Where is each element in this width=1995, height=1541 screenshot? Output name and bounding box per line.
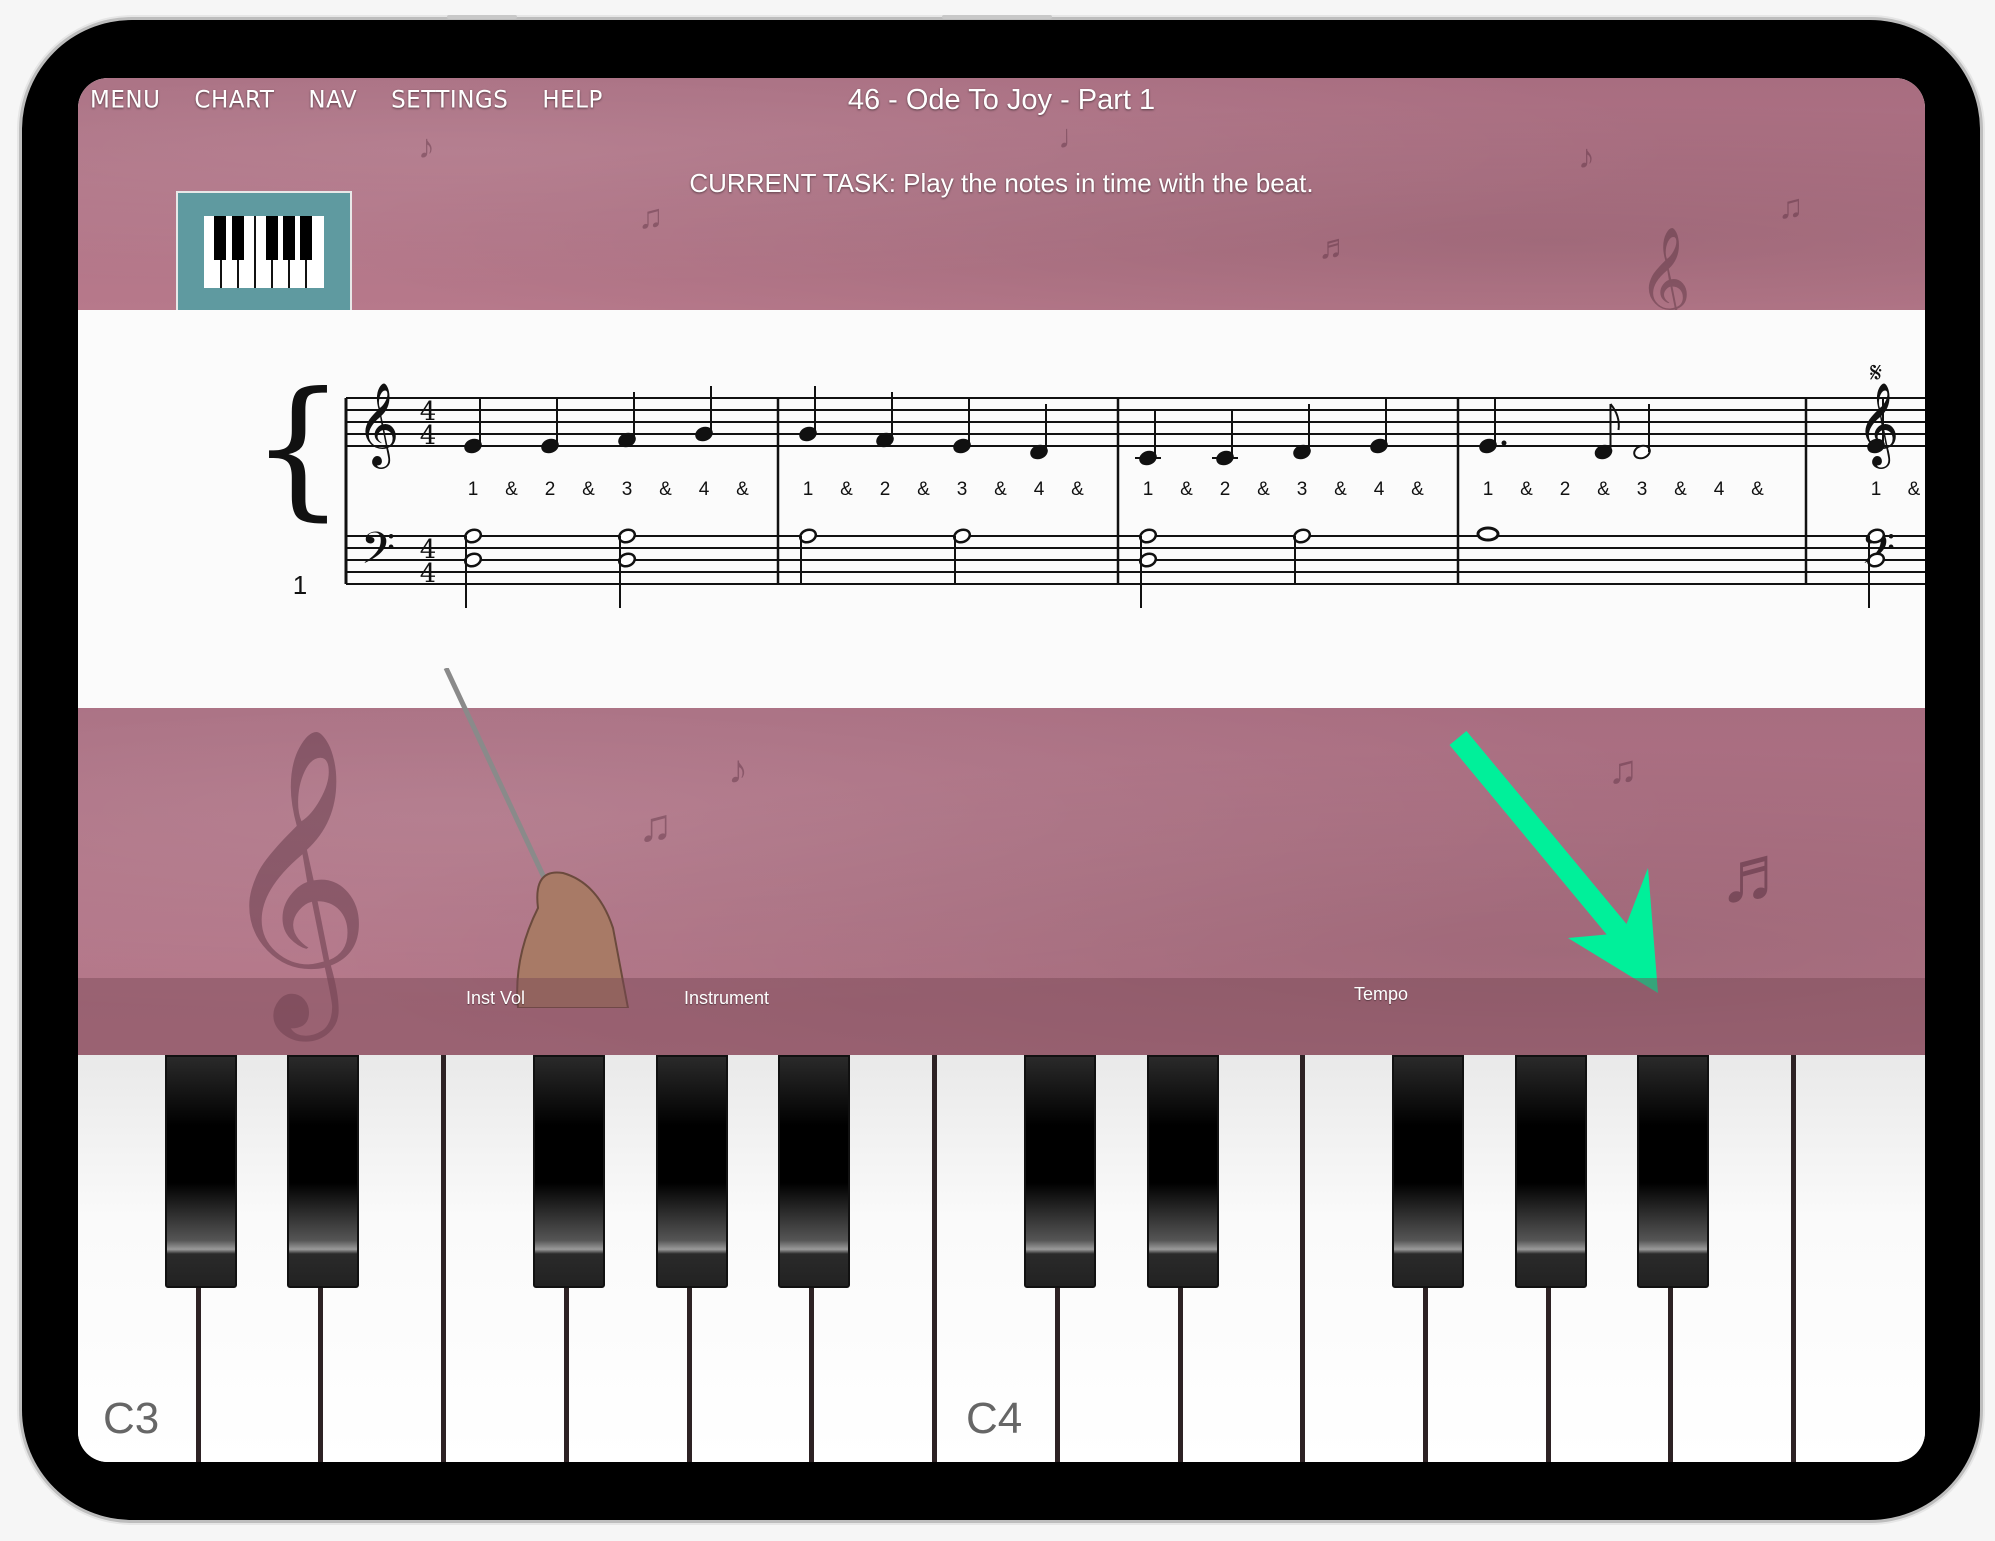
flag bbox=[1609, 403, 1620, 431]
beat-count: 1 bbox=[1143, 479, 1154, 500]
beat-count: 4 bbox=[1034, 479, 1045, 500]
current-task: CURRENT TASK: Play the notes in time wit… bbox=[689, 168, 1314, 198]
beat-count: & bbox=[1597, 479, 1610, 500]
beat-count: 3 bbox=[622, 479, 633, 500]
beat-count: & bbox=[736, 479, 749, 500]
black-key[interactable] bbox=[287, 1055, 360, 1288]
top-button bbox=[942, 15, 1052, 19]
brace: { bbox=[250, 361, 345, 535]
beat-count: 1 bbox=[1871, 479, 1882, 500]
beat-count: & bbox=[840, 479, 853, 500]
beat-count: 4 bbox=[1374, 479, 1385, 500]
beat-count: & bbox=[1257, 479, 1270, 500]
beat-count: 2 bbox=[1220, 479, 1231, 500]
system-number: 1 bbox=[293, 570, 307, 600]
beat-count: 2 bbox=[880, 479, 891, 500]
beat-count: & bbox=[917, 479, 930, 500]
black-key[interactable] bbox=[1514, 1055, 1587, 1288]
instrument-label: Instrument bbox=[684, 988, 770, 1008]
keyboard-toggle-button[interactable] bbox=[176, 191, 352, 310]
beat-count: & bbox=[1520, 479, 1533, 500]
conductor-hand-illustration bbox=[443, 668, 630, 1008]
sheet-music: {1𝄞𝄢4444𝄞𝄢𝄋1&2&3&4&1&2&3&4&1&2&3&4&1&2&3… bbox=[78, 310, 1925, 708]
beat-count: 2 bbox=[545, 479, 556, 500]
beat-count: 3 bbox=[1637, 479, 1648, 500]
beat-count: 3 bbox=[957, 479, 968, 500]
piano-keys-icon bbox=[204, 215, 324, 288]
black-key[interactable] bbox=[164, 1055, 237, 1288]
beat-count: & bbox=[1071, 479, 1084, 500]
beat-count: 1 bbox=[468, 479, 479, 500]
beat-count: & bbox=[582, 479, 595, 500]
black-key[interactable] bbox=[1637, 1055, 1710, 1288]
beat-count: 4 bbox=[699, 479, 710, 500]
score-canvas: {1𝄞𝄢4444𝄞𝄢𝄋1&2&3&4&1&2&3&4&1&2&3&4&1&2&3… bbox=[250, 356, 1925, 608]
key-label-c3: C3 bbox=[103, 1394, 160, 1443]
beat-count: 3 bbox=[1297, 479, 1308, 500]
beat-count: 2 bbox=[1560, 479, 1571, 500]
beat-count: 1 bbox=[803, 479, 814, 500]
segno-sign: 𝄋 bbox=[1870, 356, 1882, 389]
beat-count: & bbox=[659, 479, 672, 500]
piano-keyboard: C3 C4 bbox=[78, 1055, 1925, 1462]
beat-count: & bbox=[1180, 479, 1193, 500]
beat-count: & bbox=[1674, 479, 1687, 500]
app-screen: ♪ ♫ ♩ ♬ ♪ ♫ 𝄞 MENU CHART NAV SETTINGS HE… bbox=[78, 78, 1925, 1462]
black-key[interactable] bbox=[778, 1055, 851, 1288]
treble-clef: 𝄞 bbox=[1857, 381, 1900, 469]
annotation-arrow bbox=[1449, 730, 1658, 993]
beat-count: & bbox=[1751, 479, 1764, 500]
beat-count: 4 bbox=[1714, 479, 1725, 500]
time-sig-bottom: 4 bbox=[420, 421, 437, 451]
beat-count: & bbox=[1411, 479, 1424, 500]
control-bar bbox=[78, 978, 1925, 1055]
black-key[interactable] bbox=[655, 1055, 728, 1288]
key-label-c4: C4 bbox=[966, 1394, 1023, 1443]
whole-note bbox=[1476, 526, 1500, 542]
tempo-label: Tempo bbox=[1354, 984, 1409, 1004]
black-key[interactable] bbox=[532, 1055, 605, 1288]
beat-count: 1 bbox=[1483, 479, 1494, 500]
time-sig-bottom: 4 bbox=[420, 559, 437, 589]
black-key[interactable] bbox=[1391, 1055, 1464, 1288]
beat-count: & bbox=[994, 479, 1007, 500]
volume-button bbox=[447, 15, 517, 19]
black-key[interactable] bbox=[1023, 1055, 1096, 1288]
dot bbox=[1501, 440, 1507, 446]
white-key[interactable] bbox=[1796, 1055, 1919, 1462]
treble-clef: 𝄞 bbox=[357, 381, 400, 469]
lesson-title: 46 - Ode To Joy - Part 1 bbox=[847, 84, 1156, 116]
header-bar: ♪ ♫ ♩ ♬ ♪ ♫ 𝄞 MENU CHART NAV SETTINGS HE… bbox=[78, 78, 1925, 329]
beat-count: & bbox=[1908, 479, 1921, 500]
bass-clef: 𝄢 bbox=[361, 522, 396, 585]
black-key[interactable] bbox=[1146, 1055, 1219, 1288]
beat-count: & bbox=[1334, 479, 1347, 500]
inst-vol-label: Inst Vol bbox=[466, 988, 526, 1008]
beat-count: & bbox=[505, 479, 518, 500]
